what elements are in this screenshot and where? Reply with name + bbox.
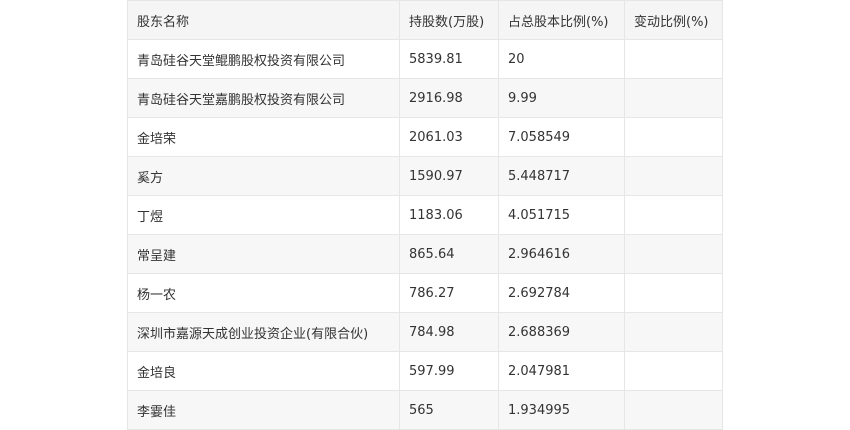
header-change-ratio: 变动比例(%) [624, 0, 723, 40]
cell-change-ratio [624, 312, 723, 352]
cell-share-ratio: 2.688369 [498, 312, 625, 352]
table-row: 深圳市嘉源天成创业投资企业(有限合伙) 784.98 2.688369 [127, 312, 723, 352]
cell-shares-held: 1183.06 [399, 195, 499, 235]
cell-change-ratio [624, 156, 723, 196]
cell-shares-held: 786.27 [399, 273, 499, 313]
table-row: 青岛硅谷天堂鲲鹏股权投资有限公司 5839.81 20 [127, 39, 723, 79]
cell-change-ratio [624, 273, 723, 313]
cell-shares-held: 784.98 [399, 312, 499, 352]
cell-shares-held: 865.64 [399, 234, 499, 274]
cell-shareholder-name: 青岛硅谷天堂鲲鹏股权投资有限公司 [127, 39, 400, 79]
cell-shareholder-name: 常呈建 [127, 234, 400, 274]
cell-share-ratio: 2.692784 [498, 273, 625, 313]
cell-shareholder-name: 李霎佳 [127, 390, 400, 430]
table-row: 奚方 1590.97 5.448717 [127, 156, 723, 196]
table-row: 金培良 597.99 2.047981 [127, 351, 723, 391]
cell-shares-held: 2061.03 [399, 117, 499, 157]
cell-shares-held: 2916.98 [399, 78, 499, 118]
cell-shares-held: 565 [399, 390, 499, 430]
cell-share-ratio: 5.448717 [498, 156, 625, 196]
cell-change-ratio [624, 78, 723, 118]
cell-shareholder-name: 深圳市嘉源天成创业投资企业(有限合伙) [127, 312, 400, 352]
cell-shares-held: 597.99 [399, 351, 499, 391]
cell-change-ratio [624, 117, 723, 157]
cell-share-ratio: 4.051715 [498, 195, 625, 235]
table-row: 常呈建 865.64 2.964616 [127, 234, 723, 274]
shareholder-table: 股东名称 持股数(万股) 占总股本比例(%) 变动比例(%) 青岛硅谷天堂鲲鹏股… [127, 0, 723, 430]
cell-change-ratio [624, 390, 723, 430]
table-row: 丁煜 1183.06 4.051715 [127, 195, 723, 235]
cell-change-ratio [624, 351, 723, 391]
shareholder-table-container: 股东名称 持股数(万股) 占总股本比例(%) 变动比例(%) 青岛硅谷天堂鲲鹏股… [127, 0, 723, 430]
header-shareholder-name: 股东名称 [127, 0, 400, 40]
cell-shareholder-name: 丁煜 [127, 195, 400, 235]
table-header: 股东名称 持股数(万股) 占总股本比例(%) 变动比例(%) [127, 0, 723, 40]
cell-share-ratio: 2.964616 [498, 234, 625, 274]
table-row: 青岛硅谷天堂嘉鹏股权投资有限公司 2916.98 9.99 [127, 78, 723, 118]
table-row: 李霎佳 565 1.934995 [127, 390, 723, 430]
cell-share-ratio: 1.934995 [498, 390, 625, 430]
cell-shareholder-name: 青岛硅谷天堂嘉鹏股权投资有限公司 [127, 78, 400, 118]
cell-shares-held: 1590.97 [399, 156, 499, 196]
header-share-ratio: 占总股本比例(%) [498, 0, 625, 40]
cell-share-ratio: 7.058549 [498, 117, 625, 157]
header-shares-held: 持股数(万股) [399, 0, 499, 40]
cell-shareholder-name: 金培良 [127, 351, 400, 391]
cell-shares-held: 5839.81 [399, 39, 499, 79]
table-body: 青岛硅谷天堂鲲鹏股权投资有限公司 5839.81 20 青岛硅谷天堂嘉鹏股权投资… [127, 39, 723, 430]
cell-shareholder-name: 金培荣 [127, 117, 400, 157]
cell-change-ratio [624, 195, 723, 235]
cell-change-ratio [624, 39, 723, 79]
header-row: 股东名称 持股数(万股) 占总股本比例(%) 变动比例(%) [127, 0, 723, 40]
table-row: 金培荣 2061.03 7.058549 [127, 117, 723, 157]
table-row: 杨一农 786.27 2.692784 [127, 273, 723, 313]
cell-share-ratio: 9.99 [498, 78, 625, 118]
cell-share-ratio: 2.047981 [498, 351, 625, 391]
cell-share-ratio: 20 [498, 39, 625, 79]
cell-shareholder-name: 杨一农 [127, 273, 400, 313]
cell-shareholder-name: 奚方 [127, 156, 400, 196]
cell-change-ratio [624, 234, 723, 274]
